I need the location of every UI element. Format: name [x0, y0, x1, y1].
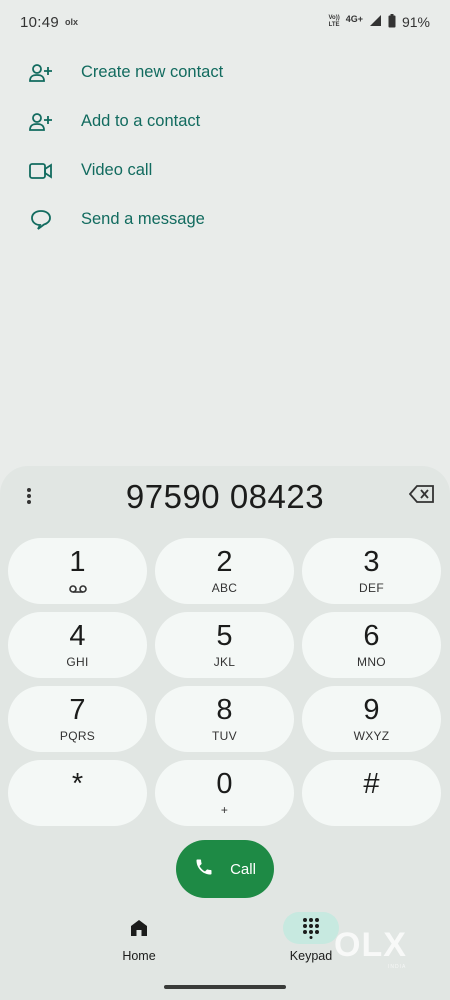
add-to-contact-item[interactable]: Add to a contact	[0, 97, 450, 146]
status-indicators: Vo)) LTE 4G+ 91%	[328, 13, 430, 31]
key-star[interactable]: *	[8, 760, 147, 826]
key-hash[interactable]: #	[302, 760, 441, 826]
key-3[interactable]: 3 DEF	[302, 538, 441, 604]
key-letters: WXYZ	[353, 729, 390, 743]
key-letters: GHI	[66, 655, 89, 669]
key-digit: 3	[363, 546, 380, 578]
volte-indicator: Vo)) LTE	[328, 15, 339, 29]
key-letters: TUV	[212, 729, 237, 743]
key-1[interactable]: 1	[8, 538, 147, 604]
contact-action-list: Create new contact Add to a contact Vide…	[0, 48, 450, 244]
create-new-contact-item[interactable]: Create new contact	[0, 48, 450, 97]
key-9[interactable]: 9 WXYZ	[302, 686, 441, 752]
volte-bottom: LTE	[328, 22, 340, 28]
dialed-number[interactable]: 97590 08423	[60, 472, 390, 522]
dialpad-icon	[283, 912, 339, 944]
key-letters: JKL	[213, 655, 236, 669]
network-type: 4G+	[345, 14, 363, 24]
gesture-navigation-bar[interactable]	[164, 985, 286, 989]
status-bar: 10:49 olx Vo)) LTE 4G+ 91%	[0, 0, 450, 44]
key-digit: 9	[363, 694, 380, 726]
key-letters: DEF	[359, 581, 384, 595]
key-digit: 2	[216, 546, 233, 578]
number-display-row: 97590 08423	[0, 466, 450, 530]
key-letters: MNO	[357, 655, 386, 669]
key-digit: 0	[216, 768, 233, 800]
video-call-item[interactable]: Video call	[0, 146, 450, 195]
backspace-icon[interactable]	[408, 482, 436, 506]
message-bubble-icon	[28, 207, 54, 233]
volte-top: Vo))	[328, 15, 340, 21]
voicemail-icon	[68, 583, 87, 595]
key-digit: 6	[363, 620, 380, 652]
create-new-contact-label: Create new contact	[81, 63, 224, 81]
key-6[interactable]: 6 MNO	[302, 612, 441, 678]
add-person-icon	[28, 109, 54, 135]
signal-icon	[369, 14, 382, 30]
key-digit: 5	[216, 620, 233, 652]
nav-keypad-label: Keypad	[289, 949, 333, 963]
nav-home[interactable]: Home	[84, 912, 194, 963]
more-options-icon[interactable]	[18, 484, 40, 508]
battery-icon	[388, 13, 396, 31]
key-7[interactable]: 7 PQRS	[8, 686, 147, 752]
olx-watermark-sub: INDIA	[388, 964, 407, 970]
keypad-grid: 1 2 ABC 3 DEF 4 GHI 5 JKL 6 MNO 7 PQRS 8…	[8, 538, 442, 826]
home-icon	[111, 912, 167, 944]
key-digit: 7	[69, 694, 86, 726]
add-to-contact-label: Add to a contact	[81, 112, 201, 130]
key-digit: 1	[69, 546, 86, 578]
nav-home-label: Home	[122, 949, 156, 963]
key-digit: 8	[216, 694, 233, 726]
call-label: Call	[230, 860, 256, 878]
key-0[interactable]: 0 +	[155, 760, 294, 826]
battery-percentage: 91%	[401, 14, 430, 30]
key-4[interactable]: 4 GHI	[8, 612, 147, 678]
video-camera-icon	[28, 158, 54, 184]
key-digit: 4	[69, 620, 86, 652]
call-button[interactable]: Call	[176, 840, 274, 898]
send-message-item[interactable]: Send a message	[0, 195, 450, 244]
key-digit: #	[363, 768, 380, 800]
send-message-label: Send a message	[81, 210, 205, 228]
key-8[interactable]: 8 TUV	[155, 686, 294, 752]
phone-icon	[194, 857, 214, 882]
key-letters: ABC	[211, 581, 238, 595]
key-digit: *	[71, 768, 84, 800]
key-letters: +	[220, 803, 229, 817]
key-letters: PQRS	[59, 729, 96, 743]
key-5[interactable]: 5 JKL	[155, 612, 294, 678]
video-call-label: Video call	[81, 161, 153, 179]
add-person-icon	[28, 60, 54, 86]
key-2[interactable]: 2 ABC	[155, 538, 294, 604]
status-time: 10:49	[20, 13, 60, 31]
olx-notification-icon: olx	[65, 17, 79, 27]
olx-watermark-logo: OLX	[334, 926, 407, 964]
